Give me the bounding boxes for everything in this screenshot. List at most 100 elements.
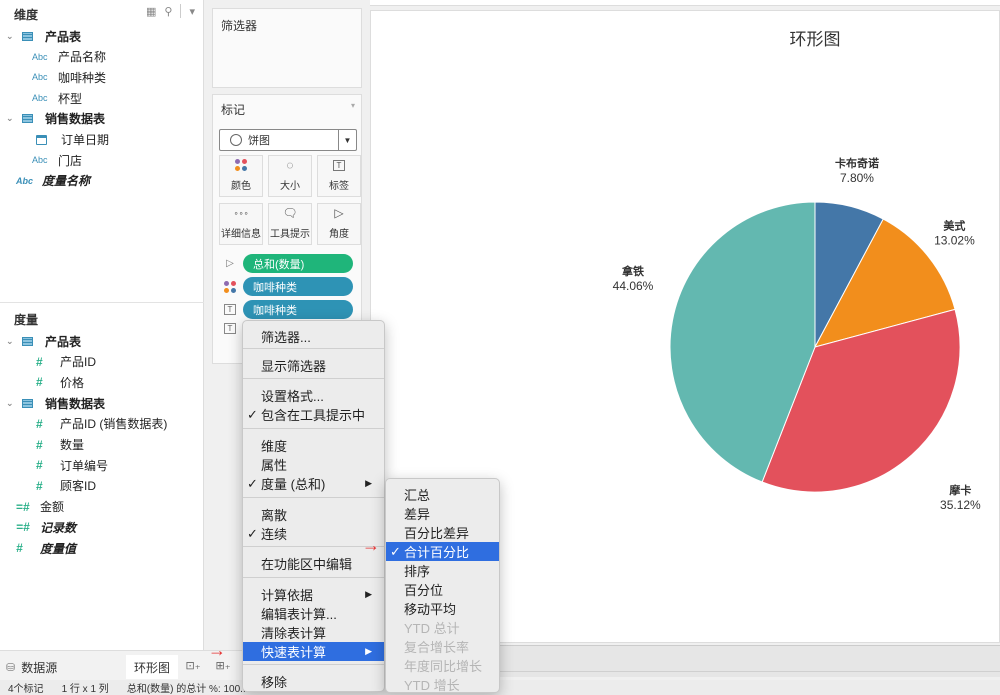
field-label: 价格: [60, 375, 85, 390]
context-menu-item[interactable]: 移除: [243, 672, 384, 691]
status-marks: 4个标记: [8, 684, 44, 695]
tree-table-node[interactable]: ⌄ 产品表: [6, 26, 81, 46]
dropdown-caret-icon[interactable]: ▾: [189, 5, 195, 18]
tree-table-node[interactable]: ⌄ 产品表: [6, 331, 81, 351]
quick-calc-item[interactable]: 百分位: [386, 580, 499, 599]
color-icon: [235, 158, 247, 172]
field-label: 度量值: [40, 541, 77, 556]
quick-calc-item[interactable]: ✓ 合计百分比: [386, 542, 499, 561]
tree-field-dimension[interactable]: Abc 杯型: [32, 88, 82, 108]
data-pane-tools: ▦ ⚲ ▾: [146, 4, 195, 18]
menu-separator: [243, 428, 384, 429]
menu-item-label: 复合增长率: [404, 640, 470, 655]
size-button[interactable]: ◌ 大小: [268, 155, 312, 197]
quick-calc-item[interactable]: 移动平均: [386, 599, 499, 618]
tree-field-dimension[interactable]: Abc 度量名称: [16, 171, 90, 191]
pill-row-angle: ▷ 总和(数量): [223, 254, 353, 273]
context-menu-item[interactable]: 显示筛选器: [243, 356, 384, 375]
number-type-icon: #: [36, 375, 43, 390]
checkmark-icon: ✓: [247, 406, 258, 422]
slice-percent-label: 44.06%: [613, 279, 654, 293]
chevron-down-icon[interactable]: ⌄: [6, 398, 16, 409]
tree-field-measure[interactable]: # 顾客ID: [36, 476, 96, 496]
chevron-down-icon[interactable]: ⌄: [6, 336, 16, 347]
quick-calc-item[interactable]: 差异: [386, 504, 499, 523]
tree-field-calculated[interactable]: =# 记录数: [16, 517, 76, 537]
tree-field-measure[interactable]: # 度量值: [16, 538, 76, 558]
context-menu-item[interactable]: 筛选器...: [243, 327, 384, 346]
field-label: 杯型: [58, 91, 83, 106]
search-icon[interactable]: ⚲: [164, 5, 172, 18]
quick-calc-item[interactable]: 百分比差异: [386, 523, 499, 542]
menu-item-label: 合计百分比: [404, 545, 470, 560]
context-menu-item[interactable]: ✓ 包含在工具提示中: [243, 405, 384, 424]
calendar-icon: [36, 134, 47, 145]
context-menu-item[interactable]: 在功能区中编辑: [243, 554, 384, 573]
tab-datasource[interactable]: ⛁ 数据源: [6, 655, 57, 679]
detail-icon: ∘∘∘: [233, 208, 249, 218]
chevron-down-icon[interactable]: ⌄: [6, 113, 16, 124]
context-menu-item[interactable]: 属性: [243, 455, 384, 474]
tree-field-dimension[interactable]: Abc 门店: [32, 150, 82, 170]
tree-field-measure[interactable]: # 价格: [36, 372, 84, 392]
menu-item-label: 离散: [261, 508, 288, 523]
tree-field-measure[interactable]: # 产品ID (销售数据表): [36, 414, 167, 434]
mark-type-dropdown[interactable]: 饼图 ▼: [219, 129, 357, 151]
pill-coffee-type-color[interactable]: 咖啡种类: [243, 277, 353, 296]
menu-item-label: 移动平均: [404, 602, 457, 617]
tree-field-date[interactable]: 订单日期: [30, 130, 109, 150]
menu-item-label: 百分位: [404, 583, 444, 598]
tree-table-node[interactable]: ⌄ 销售数据表: [6, 393, 105, 413]
detail-button[interactable]: ∘∘∘ 详细信息: [219, 203, 263, 245]
slice-category-label: 摩卡: [949, 483, 971, 497]
table-icon: [22, 336, 33, 346]
quick-calc-item[interactable]: 汇总: [386, 485, 499, 504]
color-button[interactable]: 颜色: [219, 155, 263, 197]
number-type-icon: #: [36, 458, 43, 473]
quick-calc-item[interactable]: 排序: [386, 561, 499, 580]
context-menu-item[interactable]: 设置格式...: [243, 386, 384, 405]
context-menu-item[interactable]: 维度: [243, 436, 384, 455]
tree-field-calculated[interactable]: =# 金额: [16, 497, 64, 517]
status-bar: 4个标记 1 行 x 1 列 总和(数量) 的总计 %: 100...: [0, 680, 1000, 695]
label-button[interactable]: T 标签: [317, 155, 361, 197]
tree-field-measure[interactable]: # 产品ID: [36, 352, 96, 372]
tab-datasource-label: 数据源: [21, 660, 58, 675]
field-label: 销售数据表: [45, 112, 106, 127]
tooltip-button[interactable]: 🗨 工具提示: [268, 203, 312, 245]
label-button-label: 标签: [329, 181, 349, 192]
menu-separator: [243, 577, 384, 578]
slice-category-label: 美式: [943, 218, 965, 232]
number-type-icon: #: [36, 437, 43, 452]
context-menu-item[interactable]: 快速表计算 ▶: [243, 642, 384, 661]
database-icon: ⛁: [6, 661, 16, 674]
context-menu-item[interactable]: 清除表计算: [243, 623, 384, 642]
grid-view-icon[interactable]: ▦: [146, 5, 156, 18]
marks-menu-caret-icon[interactable]: ▾: [351, 101, 355, 110]
angle-button[interactable]: ▷ 角度: [317, 203, 361, 245]
color-button-label: 颜色: [231, 181, 251, 192]
menu-item-label: 排序: [404, 564, 431, 579]
pill-row-label-2: T: [223, 323, 243, 334]
context-menu-item[interactable]: ✓ 度量 (总和) ▶: [243, 474, 384, 493]
tree-field-dimension[interactable]: Abc 咖啡种类: [32, 67, 106, 87]
calculated-field-icon: =#: [16, 499, 30, 514]
chevron-down-icon[interactable]: ⌄: [6, 31, 16, 42]
menu-separator: [243, 664, 384, 665]
tab-sheet[interactable]: 环形图: [126, 655, 179, 679]
context-menu-item[interactable]: 离散: [243, 505, 384, 524]
field-label: 销售数据表: [45, 396, 106, 411]
new-worksheet-icon[interactable]: ⊡₊: [184, 657, 202, 673]
tree-field-measure[interactable]: # 数量: [36, 435, 84, 455]
pill-coffee-type-label[interactable]: 咖啡种类: [243, 300, 353, 319]
tree-table-node[interactable]: ⌄ 销售数据表: [6, 109, 105, 129]
pill-sum-quantity[interactable]: 总和(数量): [243, 254, 353, 273]
filters-shelf-title: 筛选器: [221, 19, 258, 33]
filters-shelf[interactable]: 筛选器: [212, 8, 362, 88]
menu-item-label: 编辑表计算...: [261, 607, 337, 622]
tree-field-dimension[interactable]: Abc 产品名称: [32, 47, 106, 67]
pane-divider[interactable]: [0, 302, 204, 303]
context-menu-item[interactable]: 计算依据 ▶: [243, 585, 384, 604]
tree-field-measure[interactable]: # 订单编号: [36, 455, 108, 475]
context-menu-item[interactable]: 编辑表计算...: [243, 604, 384, 623]
